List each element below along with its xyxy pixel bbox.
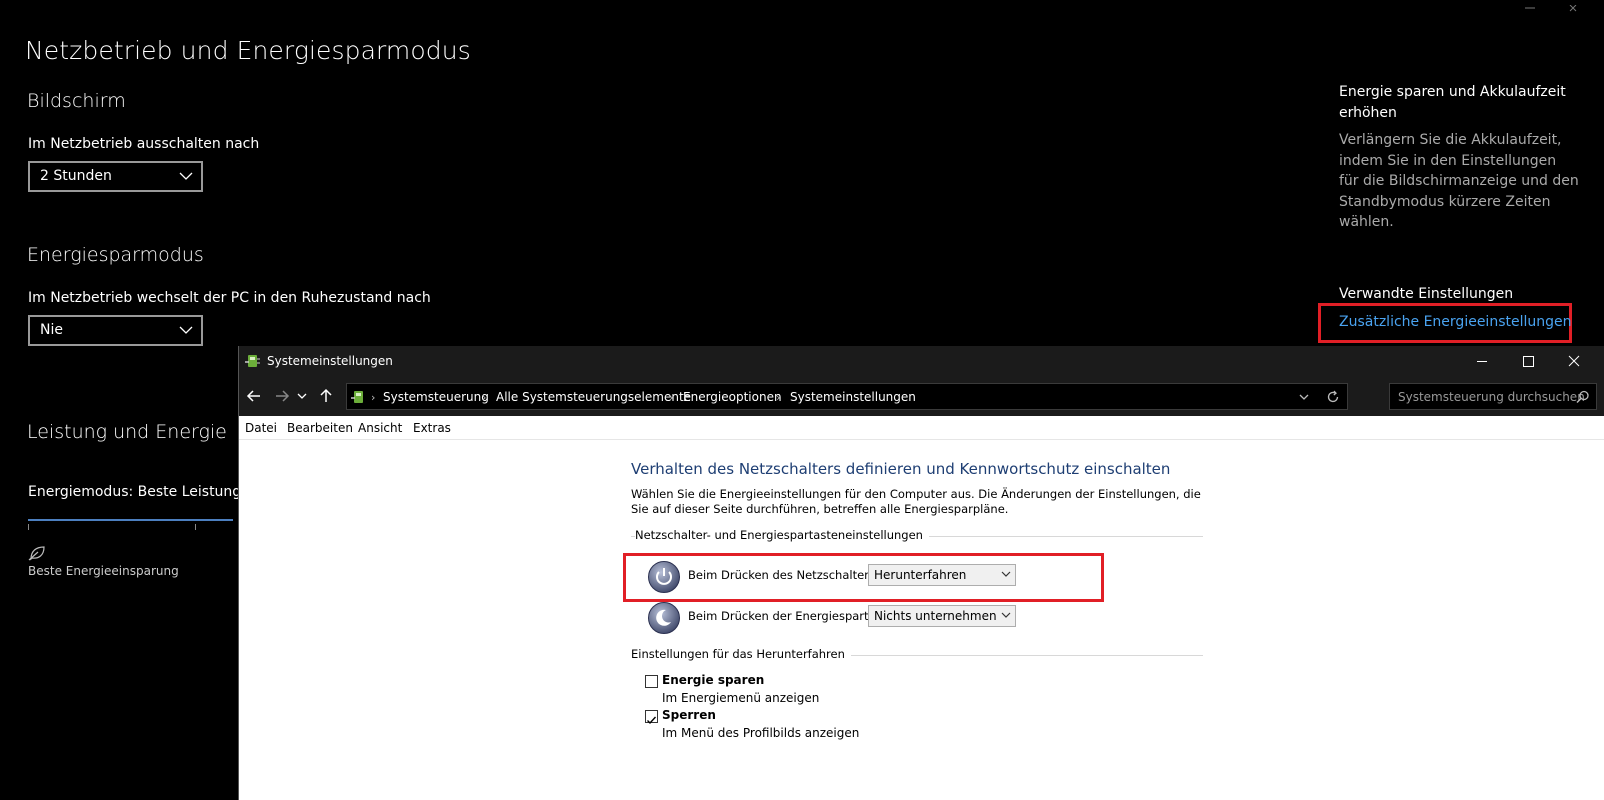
menu-view[interactable]: Ansicht xyxy=(358,421,402,435)
power-button-label: Beim Drücken des Netzschalters: xyxy=(688,568,879,582)
chevron-down-icon xyxy=(1001,571,1011,577)
maximize-button[interactable] xyxy=(1505,346,1551,377)
page-heading: Verhalten des Netzschalters definieren u… xyxy=(631,460,1171,478)
address-toolbar: › Systemsteuerung › Alle Systemsteuerung… xyxy=(239,377,1604,416)
energy-save-description: Im Energiemenü anzeigen xyxy=(662,691,820,705)
breadcrumb-separator: › xyxy=(482,391,487,404)
group-title-buttons: Netzschalter- und Energiespartasteneinst… xyxy=(635,528,929,542)
lock-label: Sperren xyxy=(662,708,716,722)
search-icon[interactable] xyxy=(1576,390,1590,404)
chevron-down-icon[interactable] xyxy=(1297,391,1311,403)
chevron-down-icon xyxy=(179,326,193,334)
breadcrumb-item[interactable]: Alle Systemsteuerungselemente xyxy=(496,390,691,404)
related-settings-title: Verwandte Einstellungen xyxy=(1339,286,1514,302)
arrow-left-icon xyxy=(246,390,260,402)
title-bar: Systemeinstellungen xyxy=(239,346,1604,377)
recent-locations-button[interactable] xyxy=(295,385,309,407)
menu-file[interactable]: Datei xyxy=(245,421,277,435)
chevron-down-icon xyxy=(297,393,307,399)
minimize-button[interactable] xyxy=(1459,346,1505,377)
refresh-icon[interactable] xyxy=(1325,389,1341,405)
lock-checkbox[interactable] xyxy=(645,710,658,725)
back-button[interactable] xyxy=(243,385,265,407)
sleep-button-action-value: Nichts unternehmen xyxy=(874,609,997,623)
energy-save-checkbox[interactable] xyxy=(645,675,658,688)
minimize-hint-icon[interactable] xyxy=(1515,0,1545,10)
page-description: Wählen Sie die Energieeinstellungen für … xyxy=(631,487,1201,516)
breadcrumb-separator: › xyxy=(371,391,376,404)
menu-bar: Datei Bearbeiten Ansicht Extras xyxy=(239,416,1604,440)
arrow-up-icon xyxy=(320,388,332,402)
display-section-title: Bildschirm xyxy=(27,90,126,112)
sleep-timeout-dropdown[interactable]: Nie xyxy=(28,315,203,346)
sleep-timeout-label: Im Netzbetrieb wechselt der PC in den Ru… xyxy=(28,290,431,306)
sleep-button-action-select[interactable]: Nichts unternehmen xyxy=(868,605,1016,627)
power-mode-label: Energiemodus: Beste Leistung xyxy=(28,484,242,500)
sleep-section-title: Energiesparmodus xyxy=(27,244,204,266)
arrow-right-icon xyxy=(276,390,290,402)
tip-title: Energie sparen und Akkulaufzeit erhöhen xyxy=(1339,84,1566,121)
close-hint-icon[interactable] xyxy=(1560,0,1590,12)
chevron-down-icon xyxy=(179,172,193,180)
display-timeout-value: 2 Stunden xyxy=(40,168,112,184)
additional-power-settings-link[interactable]: Zusätzliche Energieeinstellungen xyxy=(1339,314,1572,330)
search-input[interactable]: Systemsteuerung durchsuchen xyxy=(1389,383,1597,410)
power-button-action-value: Herunterfahren xyxy=(874,568,967,582)
slider-tick xyxy=(195,524,196,530)
checkmark-icon xyxy=(647,716,657,725)
forward-button[interactable] xyxy=(271,385,293,407)
chevron-down-icon xyxy=(1001,612,1011,618)
breadcrumb-item[interactable]: Systemeinstellungen xyxy=(790,390,916,404)
sleep-button-icon xyxy=(648,602,680,634)
power-mode-slider[interactable] xyxy=(28,519,233,521)
menu-extras[interactable]: Extras xyxy=(413,421,451,435)
address-bar[interactable]: › Systemsteuerung › Alle Systemsteuerung… xyxy=(346,383,1348,410)
power-button-icon xyxy=(648,561,680,593)
window-title: Systemeinstellungen xyxy=(267,354,393,368)
close-button[interactable] xyxy=(1551,346,1597,377)
display-timeout-label: Im Netzbetrieb ausschalten nach xyxy=(28,136,260,152)
breadcrumb-item[interactable]: Energieoptionen xyxy=(683,390,782,404)
system-settings-window: Systemeinstellungen › Systemsteuerung › … xyxy=(238,346,1604,800)
page-title: Netzbetrieb und Energiesparmodus xyxy=(25,36,471,65)
up-button[interactable] xyxy=(315,385,337,407)
tip-text: Verlängern Sie die Akkulaufzeit, indem S… xyxy=(1339,132,1579,230)
best-efficiency-label: Beste Energieeinsparung xyxy=(28,564,179,578)
power-options-icon xyxy=(245,355,260,367)
sleep-timeout-value: Nie xyxy=(40,322,63,338)
leaf-icon xyxy=(28,546,45,561)
group-title-shutdown: Einstellungen für das Herunterfahren xyxy=(631,647,851,661)
breadcrumb-separator: › xyxy=(776,391,781,404)
energy-save-label: Energie sparen xyxy=(662,673,765,687)
sleep-button-label: Beim Drücken der Energiespartaste: xyxy=(688,609,898,623)
slider-tick xyxy=(28,524,29,530)
breadcrumb-item[interactable]: Systemsteuerung xyxy=(383,390,489,404)
menu-edit[interactable]: Bearbeiten xyxy=(287,421,353,435)
search-placeholder: Systemsteuerung durchsuchen xyxy=(1398,390,1585,404)
power-button-action-select[interactable]: Herunterfahren xyxy=(868,564,1016,586)
power-options-icon xyxy=(351,391,363,403)
display-timeout-dropdown[interactable]: 2 Stunden xyxy=(28,161,203,192)
breadcrumb-separator: › xyxy=(669,391,674,404)
lock-description: Im Menü des Profilbilds anzeigen xyxy=(662,726,860,740)
performance-section-title: Leistung und Energie xyxy=(27,421,227,443)
